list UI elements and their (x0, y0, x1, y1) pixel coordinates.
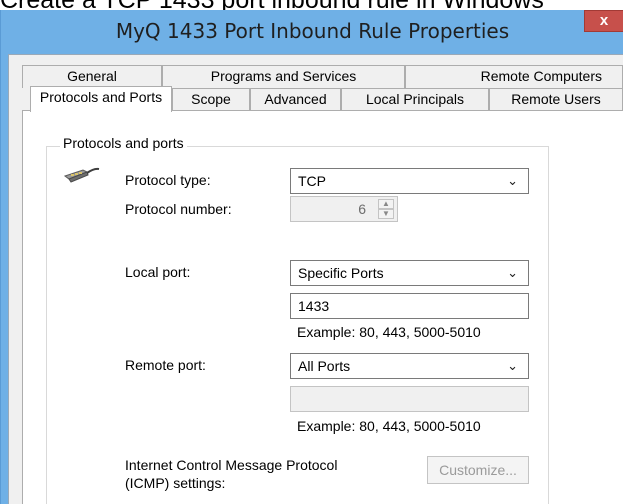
remote-port-dropdown[interactable]: All Ports ⌄ (290, 353, 529, 379)
spin-up-icon: ▲ (378, 199, 394, 209)
tab-advanced[interactable]: Advanced (250, 88, 341, 111)
local-port-input[interactable]: 1433 (290, 293, 529, 319)
window-title: MyQ 1433 Port Inbound Rule Properties (115, 19, 510, 43)
chevron-down-icon: ⌄ (507, 173, 518, 188)
tab-programs-and-services[interactable]: Programs and Services (162, 65, 405, 88)
network-cable-icon (63, 167, 100, 183)
tab-remote-users[interactable]: Remote Users (489, 88, 623, 111)
group-legend: Protocols and ports (60, 135, 187, 151)
icmp-label-line2: (ICMP) settings: (125, 475, 226, 491)
local-port-mode: Specific Ports (298, 265, 384, 281)
close-icon: x (599, 12, 609, 29)
local-port-dropdown[interactable]: Specific Ports ⌄ (290, 260, 529, 286)
tab-remote-computers[interactable]: Remote Computers (405, 65, 623, 88)
remote-port-mode: All Ports (298, 358, 351, 374)
local-port-example: Example: 80, 443, 5000-5010 (297, 324, 481, 340)
title-bar[interactable]: MyQ 1433 Port Inbound Rule Properties x (1, 10, 623, 54)
customize-button[interactable]: Customize... (427, 456, 529, 484)
remote-port-input (290, 386, 529, 412)
protocol-type-value: TCP (298, 173, 326, 189)
icmp-label-line1: Internet Control Message Protocol (125, 457, 338, 473)
protocol-number-value: 6 (358, 201, 366, 217)
chevron-down-icon: ⌄ (507, 358, 518, 373)
protocol-type-label: Protocol type: (125, 172, 211, 188)
protocol-number-label: Protocol number: (125, 201, 232, 217)
protocol-number-stepper: 6 ▲ ▼ (290, 196, 398, 222)
tab-protocols-and-ports[interactable]: Protocols and Ports (30, 86, 172, 112)
tab-scope[interactable]: Scope (172, 88, 250, 111)
remote-port-example: Example: 80, 443, 5000-5010 (297, 418, 481, 434)
spin-down-icon: ▼ (378, 209, 394, 219)
close-button[interactable]: x (584, 10, 623, 32)
chevron-down-icon: ⌄ (507, 265, 518, 280)
tab-general[interactable]: General (22, 65, 162, 88)
protocol-type-dropdown[interactable]: TCP ⌄ (290, 168, 529, 194)
remote-port-label: Remote port: (125, 357, 206, 373)
local-port-label: Local port: (125, 264, 191, 280)
tab-local-principals[interactable]: Local Principals (341, 88, 489, 111)
